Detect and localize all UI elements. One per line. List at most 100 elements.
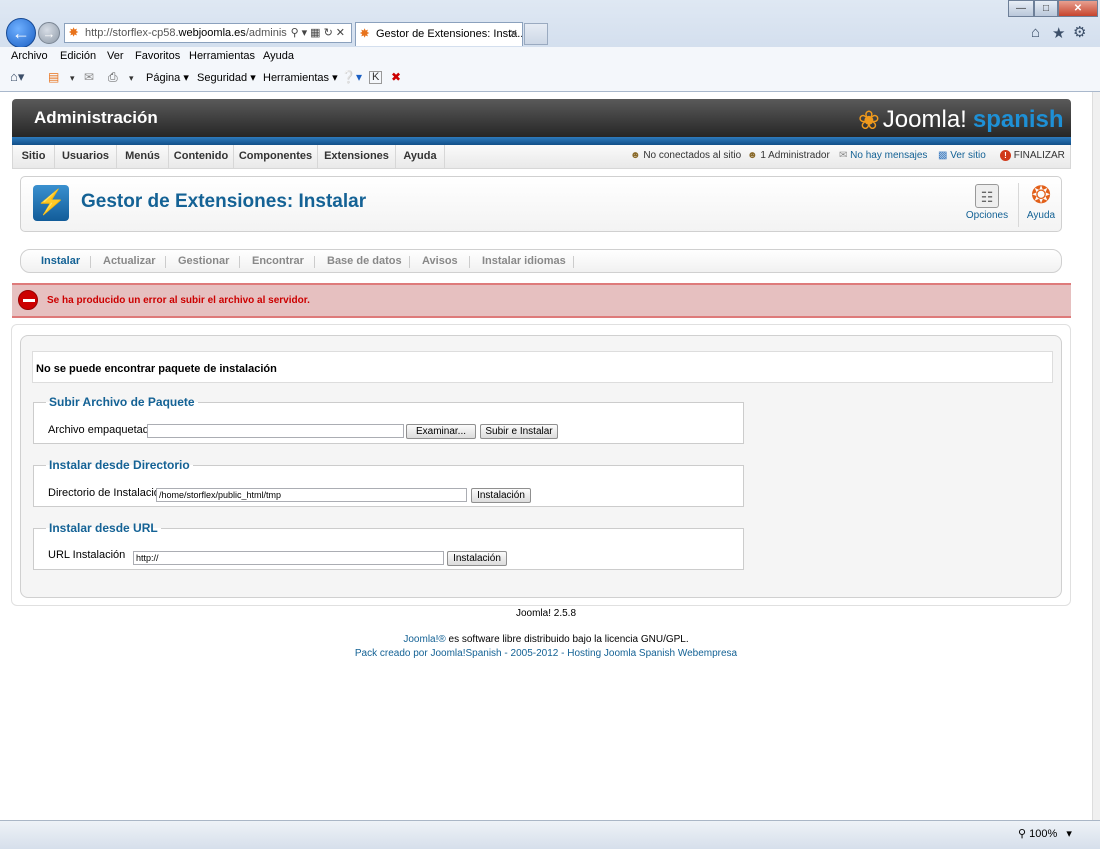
logo-joomla-text: Joomla! — [882, 106, 967, 133]
print-icon[interactable]: ⎙ — [108, 70, 118, 85]
pack-credits-link[interactable]: Pack creado por Joomla!Spanish - 2005-20… — [0, 648, 1092, 659]
home-icon[interactable]: ⌂ — [1031, 24, 1040, 41]
menu-ayuda[interactable]: Ayuda — [263, 50, 294, 62]
rss-feed-icon[interactable]: ▤ — [48, 70, 59, 84]
view-site-link[interactable]: ▩ Ver sitio — [938, 150, 986, 161]
vertical-scrollbar[interactable] — [1092, 92, 1100, 820]
admin-menu: Sitio Usuarios Menús Contenido Component… — [12, 145, 1071, 169]
submenu-tabs: Instalar Actualizar Gestionar Encontrar … — [20, 249, 1062, 273]
install-url-input[interactable] — [133, 551, 444, 565]
package-file-input[interactable] — [147, 424, 404, 438]
menu-sitio[interactable]: Sitio — [13, 145, 55, 168]
tab-instalar[interactable]: Instalar — [41, 255, 80, 267]
tab-avisos[interactable]: Avisos — [422, 255, 458, 267]
command-bar: ⌂▾ ▤ ▾ ✉ ⎙ ▾ Página ▾ Seguridad ▾ Herram… — [0, 67, 1100, 91]
error-message: Se ha producido un error al subir el arc… — [12, 283, 1071, 318]
upload-install-button[interactable]: Subir e Instalar — [480, 424, 558, 439]
menu-edicion[interactable]: Edición — [60, 50, 96, 62]
joomla-favicon-icon: ✸ — [360, 28, 370, 40]
print-dropdown-icon[interactable]: ▾ — [129, 73, 134, 84]
tools-menu[interactable]: Herramientas ▾ — [263, 71, 338, 84]
error-icon — [18, 290, 38, 310]
joomla-link[interactable]: Joomla!® — [403, 634, 445, 645]
no-package-message: No se puede encontrar paquete de instala… — [32, 351, 1053, 383]
admin-icon: ☻ — [747, 150, 758, 161]
minimize-button[interactable]: — — [1008, 0, 1034, 17]
monitor-icon: ▩ — [938, 150, 948, 161]
url-label: URL Instalación — [48, 549, 126, 561]
research-icon[interactable]: K — [369, 71, 383, 84]
refresh-icon[interactable]: ↻ — [324, 27, 336, 39]
menu-extensiones[interactable]: Extensiones — [318, 145, 396, 168]
feed-dropdown-icon[interactable]: ▾ — [70, 73, 75, 84]
install-directory-input[interactable] — [156, 488, 467, 502]
zoom-level: 100% — [1029, 828, 1058, 840]
address-actions[interactable]: ⚲▾▦↻✕ — [287, 24, 348, 42]
logout-icon: ! — [1000, 150, 1011, 161]
toolbar-box: ⚡ Gestor de Extensiones: Instalar ☷ Opci… — [20, 176, 1062, 232]
forward-button[interactable]: → — [38, 22, 60, 44]
logo-spanish-text: spanish — [972, 106, 1064, 133]
tab-encontrar[interactable]: Encontrar — [252, 255, 304, 267]
admins-text: 1 Administrador — [760, 150, 830, 161]
tab-active[interactable]: ✸ Gestor de Extensiones: Insta... ✕ — [355, 22, 523, 46]
logout-link[interactable]: ! FINALIZAR — [1000, 150, 1065, 161]
browser-status-bar: ⚲ 100% ▾ — [0, 820, 1100, 849]
directory-fieldset: Instalar desde Directorio Directorio de … — [33, 458, 744, 507]
home-icon[interactable]: ⌂▾ — [10, 69, 24, 85]
addon-icon[interactable]: ✖ — [391, 70, 401, 84]
mail-icon[interactable]: ✉ — [84, 70, 94, 84]
security-menu[interactable]: Seguridad ▾ — [197, 71, 256, 84]
maximize-button[interactable]: □ — [1034, 0, 1058, 17]
address-bar[interactable]: ✸ http://storflex-cp58.webjoomla.es/admi… — [64, 23, 352, 43]
chevron-down-icon: ▾ — [183, 72, 189, 84]
install-directory-button[interactable]: Instalación — [471, 488, 531, 503]
tab-actualizar[interactable]: Actualizar — [103, 255, 156, 267]
tab-gestionar[interactable]: Gestionar — [178, 255, 229, 267]
version-text: Joomla! 2.5.8 — [515, 608, 577, 619]
address-prefix: http://storflex-cp58. — [85, 27, 179, 39]
search-icon[interactable]: ⚲ — [291, 27, 302, 39]
gear-icon[interactable]: ⚙ — [1073, 23, 1086, 41]
directory-label: Directorio de Instalación — [48, 487, 167, 499]
status-messages[interactable]: ✉ No hay mensajes — [839, 150, 927, 161]
url-fieldset: Instalar desde URL URL Instalación Insta… — [33, 521, 744, 570]
menu-herramientas[interactable]: Herramientas — [189, 50, 255, 62]
menu-usuarios[interactable]: Usuarios — [55, 145, 117, 168]
menu-ayuda[interactable]: Ayuda — [396, 145, 445, 168]
options-button[interactable]: ☷ Opciones — [965, 181, 1009, 229]
menu-menus[interactable]: Menús — [117, 145, 169, 168]
chevron-down-icon: ▾ — [1066, 828, 1072, 840]
page-menu[interactable]: Página ▾ — [146, 71, 189, 84]
menu-contenido[interactable]: Contenido — [169, 145, 234, 168]
compat-view-icon[interactable]: ▦ — [310, 27, 323, 39]
tab-base-de-datos[interactable]: Base de datos — [327, 255, 402, 267]
browse-button[interactable]: Examinar... — [406, 424, 476, 439]
menu-favoritos[interactable]: Favoritos — [135, 50, 180, 62]
install-url-button[interactable]: Instalación — [447, 551, 507, 566]
help-icon[interactable]: ❔▾ — [341, 70, 362, 84]
close-window-button[interactable]: ✕ — [1058, 0, 1098, 17]
zoom-control[interactable]: ⚲ 100% ▾ — [1018, 827, 1072, 840]
menu-ver[interactable]: Ver — [107, 50, 124, 62]
lifebuoy-icon: ❂ — [1030, 182, 1052, 209]
new-tab-button[interactable] — [524, 23, 548, 45]
dropdown-icon[interactable]: ▾ — [302, 27, 311, 39]
upload-legend: Subir Archivo de Paquete — [49, 395, 195, 409]
logout-text: FINALIZAR — [1013, 150, 1065, 161]
tab-instalar-idiomas[interactable]: Instalar idiomas — [482, 255, 566, 267]
help-button[interactable]: ❂ Ayuda — [1019, 181, 1063, 229]
address-domain: webjoomla.es — [178, 27, 246, 39]
url-legend: Instalar desde URL — [49, 521, 158, 535]
chevron-down-icon: ▾ — [332, 72, 338, 84]
title-bar: ← → ✸ http://storflex-cp58.webjoomla.es/… — [0, 0, 1100, 48]
stop-icon[interactable]: ✕ — [336, 27, 348, 39]
favorites-star-icon[interactable]: ★ — [1052, 24, 1065, 42]
menu-archivo[interactable]: Archivo — [11, 50, 48, 62]
menu-componentes[interactable]: Componentes — [234, 145, 318, 168]
back-button[interactable]: ← — [6, 18, 36, 48]
extension-install-icon: ⚡ — [33, 185, 69, 221]
header-stripe — [12, 137, 1071, 145]
tab-close-icon[interactable]: ✕ — [509, 23, 518, 45]
options-icon: ☷ — [975, 184, 999, 208]
